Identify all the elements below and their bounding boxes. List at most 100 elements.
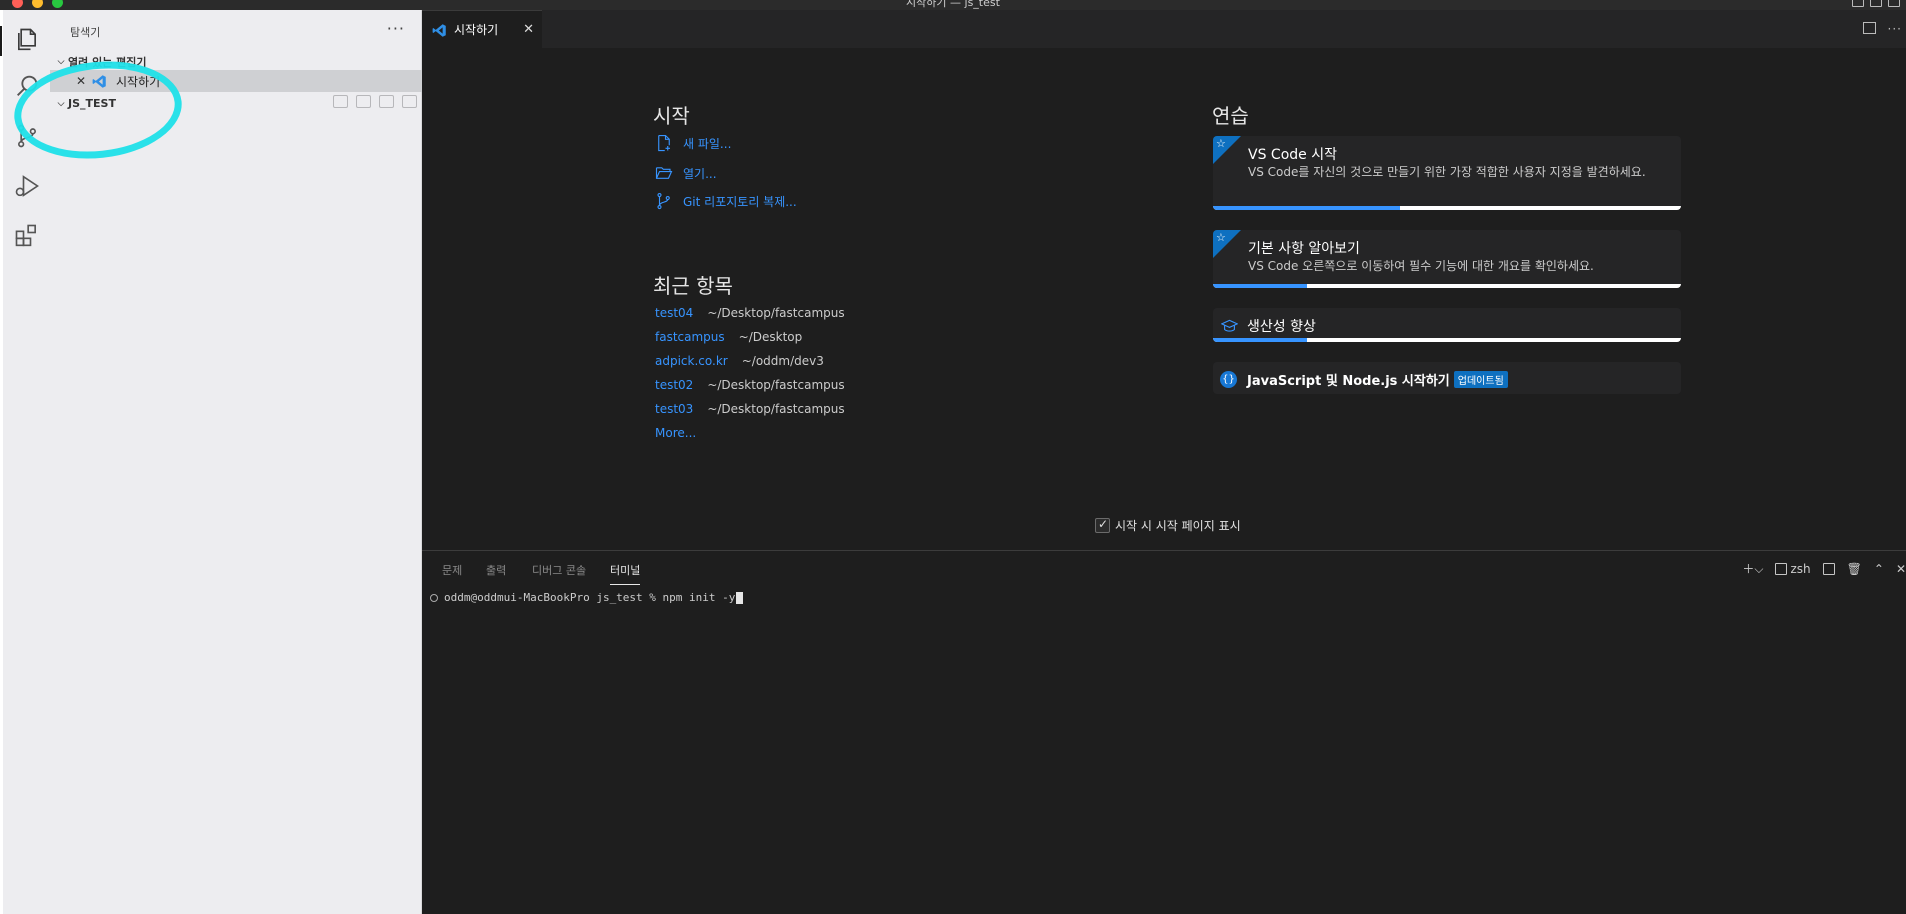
terminal-line: oddm@oddmui-MacBookPro js_test % npm ini… [444,591,736,604]
tab-welcome[interactable]: 시작하기 ✕ [422,10,542,48]
recent-heading: 최근 항목 [653,274,733,298]
walkthrough-progress [1213,284,1681,288]
tab-output[interactable]: 출력 [486,562,506,578]
progress-fill [1213,206,1401,210]
recent-path: ~/Desktop [738,330,803,344]
editor-actions: ··· [1862,22,1902,36]
open-editors-label: 열려 있는 편집기 [68,56,147,69]
extensions-icon[interactable] [13,222,43,252]
tab-terminal[interactable]: 터미널 [610,562,641,585]
editor-tab-bar: 시작하기 ✕ ··· [422,10,1906,48]
chevron-down-icon: ⌵ [57,98,65,109]
recent-name[interactable]: test03 [655,402,693,416]
folder-open-icon [655,167,673,179]
collapse-all-icon[interactable] [402,95,417,108]
run-debug-icon[interactable] [13,172,43,202]
walkthrough-card-fundamentals[interactable]: ☆ 기본 사항 알아보기 VS Code 오른쪽으로 이동하여 필수 기능에 대… [1213,230,1681,288]
search-icon[interactable] [13,72,43,102]
tab-debug-console[interactable]: 디버그 콘솔 [532,562,586,578]
recent-item[interactable]: adpick.co.kr ~/oddm/dev3 [655,354,824,368]
mortarboard-icon [1220,318,1239,337]
recent-path: ~/Desktop/fastcampus [707,306,845,320]
walkthrough-title-text: JavaScript 및 Node.js 시작하기 [1247,374,1450,389]
close-panel-icon[interactable]: ✕ [1896,562,1906,576]
recent-name[interactable]: test02 [655,378,693,392]
recent-name[interactable]: adpick.co.kr [655,354,728,368]
clone-repo-label: Git 리포지토리 복제... [683,194,797,209]
git-icon [657,192,670,210]
layout-controls [1852,0,1900,7]
recent-item[interactable]: fastcampus ~/Desktop [655,330,802,344]
maximize-panel-icon[interactable]: ⌃ [1874,562,1884,576]
start-heading: 시작 [653,104,690,128]
open-editors-section[interactable]: ⌵ 열려 있는 편집기 [54,54,147,70]
recent-item[interactable]: test03 ~/Desktop/fastcampus [655,402,845,416]
sidebar-more-button[interactable]: ··· [387,19,405,38]
vscode-icon [432,23,447,42]
new-folder-icon[interactable] [356,95,371,108]
sidebar-title: 탐색기 [70,26,101,39]
walkthrough-title: VS Code 시작 [1248,147,1337,163]
show-on-startup-checkbox[interactable] [1095,517,1110,533]
toggle-panel-icon[interactable] [1870,0,1882,7]
recent-path: ~/Desktop/fastcampus [707,378,845,392]
recent-path: ~/oddm/dev3 [741,354,824,368]
close-icon[interactable]: ✕ [76,74,86,88]
split-editor-icon[interactable] [1862,22,1876,34]
workspace-section[interactable]: ⌵ JS_TEST [54,97,116,110]
bottom-panel: 문제 출력 디버그 콘솔 터미널 ＋⌵ zsh 🗑 ⌃ ✕ oddm@oddmu… [422,550,1906,914]
recent-item[interactable]: test04 ~/Desktop/fastcampus [655,306,845,320]
open-link[interactable]: 열기... [655,164,717,182]
open-label: 열기... [683,166,717,181]
close-tab-icon[interactable]: ✕ [523,22,534,37]
practice-heading: 연습 [1212,104,1249,128]
split-terminal-icon[interactable] [1822,562,1835,575]
progress-fill [1213,284,1307,288]
star-icon: ☆ [1216,137,1226,150]
terminal-shell-selector[interactable]: zsh [1775,562,1811,576]
clone-repo-link[interactable]: Git 리포지토리 복제... [655,192,797,210]
walkthrough-card-javascript[interactable]: {} JavaScript 및 Node.js 시작하기 업데이트됨 [1213,362,1681,394]
window-title: 시작하기 — js_test [906,0,1000,9]
walkthrough-title: JavaScript 및 Node.js 시작하기 업데이트됨 [1247,370,1508,389]
new-file-icon [658,134,670,152]
walkthrough-title: 기본 사항 알아보기 [1248,241,1360,257]
chevron-down-icon: ⌵ [57,57,65,67]
source-control-icon[interactable] [13,122,43,152]
active-indicator [0,26,2,56]
command-status-icon [430,593,438,602]
new-file-icon[interactable] [333,95,348,108]
terminal-output[interactable]: oddm@oddmui-MacBookPro js_test % npm ini… [430,591,744,604]
braces-icon: {} [1220,371,1237,388]
open-editor-item[interactable]: ✕ 시작하기 [50,70,422,92]
walkthrough-card-productivity[interactable]: 생산성 향상 [1213,308,1681,342]
activity-bar [0,10,50,914]
workspace-actions [333,95,417,108]
refresh-icon[interactable] [379,95,394,108]
recent-name[interactable]: fastcampus [655,330,725,344]
explorer-sidebar: 탐색기 ··· ⌵ 열려 있는 편집기 ✕ 시작하기 ⌵ JS_TEST [50,10,422,914]
more-recent-link[interactable]: More... [655,426,696,440]
new-terminal-icon[interactable]: ＋⌵ [1742,560,1763,577]
new-file-label: 새 파일... [683,136,732,151]
welcome-page: 시작 새 파일... 열기... Git 리포지토리 복제... 최근 항목 t… [422,48,1906,550]
recent-path: ~/Desktop/fastcampus [707,402,845,416]
new-file-link[interactable]: 새 파일... [655,134,731,152]
open-editor-label: 시작하기 [116,74,161,89]
walkthrough-title: 생산성 향상 [1247,319,1316,335]
walkthrough-desc: VS Code 오른쪽으로 이동하여 필수 기능에 대한 개요를 확인하세요. [1248,259,1594,273]
workspace-label: JS_TEST [68,97,116,110]
explorer-icon[interactable] [13,26,43,56]
updated-badge: 업데이트됨 [1453,371,1508,388]
walkthrough-card-get-started[interactable]: ☆ VS Code 시작 VS Code를 자신의 것으로 만들기 위한 가장 … [1213,136,1681,210]
toggle-sidebar-icon[interactable] [1852,0,1864,7]
terminal-cursor [736,591,744,604]
walkthrough-progress [1213,206,1681,210]
toggle-secondary-sidebar-icon[interactable] [1888,0,1900,7]
trash-icon[interactable]: 🗑 [1847,562,1862,576]
tab-problems[interactable]: 문제 [442,562,462,578]
show-on-startup-option[interactable]: 시작 시 시작 페이지 표시 [1095,517,1241,534]
recent-name[interactable]: test04 [655,306,693,320]
recent-item[interactable]: test02 ~/Desktop/fastcampus [655,378,845,392]
editor-more-button[interactable]: ··· [1888,22,1902,36]
